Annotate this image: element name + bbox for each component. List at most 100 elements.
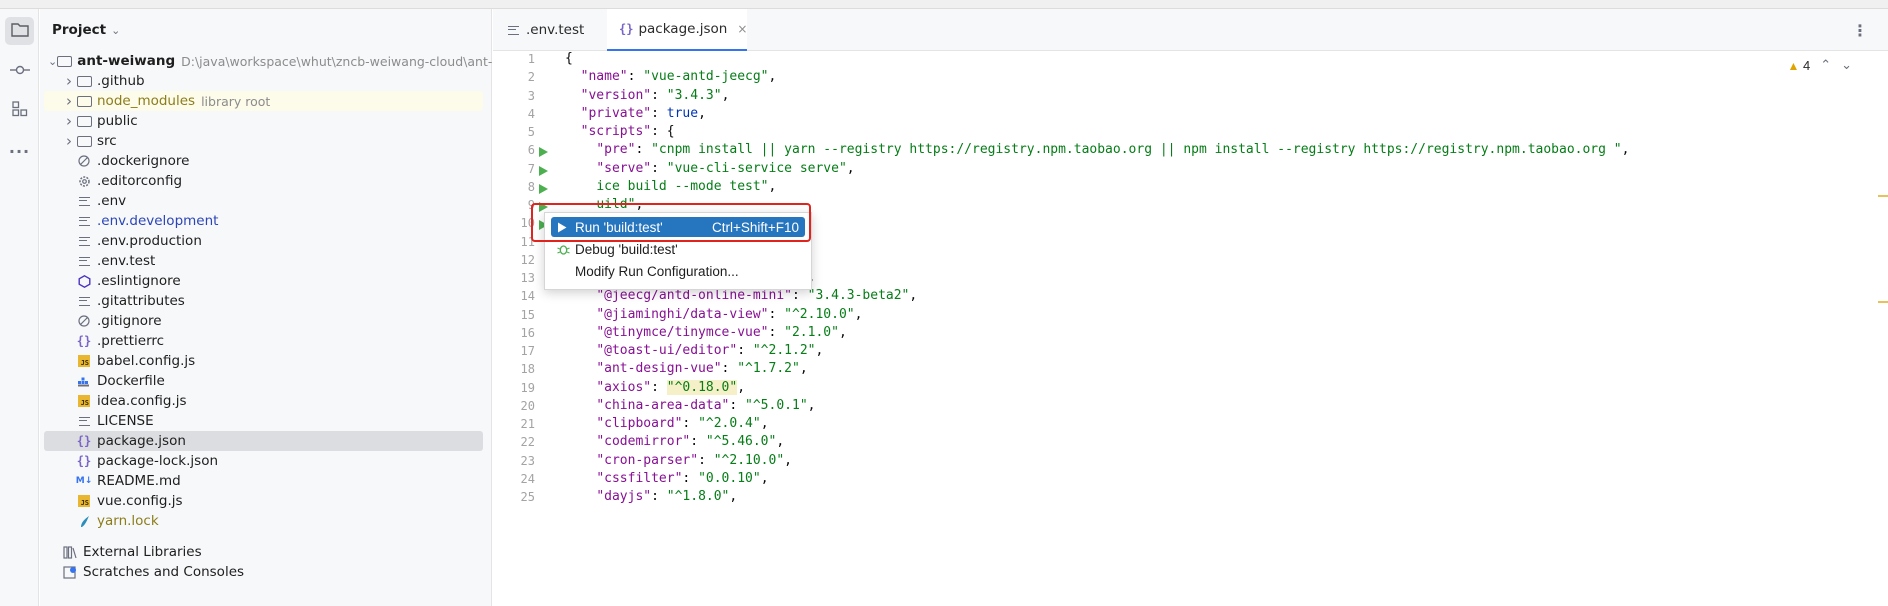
tree-item-label: package-lock.json — [97, 453, 219, 469]
line-number: 18 — [520, 362, 535, 377]
line-number: 9 — [527, 198, 535, 212]
editor-tab-bar: .env.test {} package.json × ⋮ — [493, 9, 1888, 51]
code-token: , — [846, 160, 855, 176]
folder-icon — [76, 114, 92, 128]
more-horizontal-icon: ··· — [8, 141, 31, 161]
tree-item-label: .gitattributes — [97, 293, 185, 309]
tree-item[interactable]: .dockerignore — [44, 151, 483, 171]
line-number: 5 — [527, 125, 535, 139]
tree-item[interactable]: .editorconfig — [44, 171, 483, 191]
folder-icon — [10, 22, 29, 41]
project-panel: Project ⌄ ⌄ ant-weiwang D:\java\workspac… — [40, 9, 492, 606]
structure-tool-button[interactable] — [5, 97, 34, 125]
tree-root-item[interactable]: ⌄ ant-weiwang D:\java\workspace\whut\znc… — [44, 51, 492, 71]
code-token: : — [682, 470, 699, 486]
tree-item[interactable]: JS vue.config.js — [44, 491, 483, 511]
warnings-count: 4 — [1802, 57, 1811, 73]
tree-item[interactable]: .env.production — [44, 231, 483, 251]
json-string: "^1.8.0" — [666, 489, 730, 504]
chevron-right-icon[interactable]: › — [62, 112, 76, 130]
tree-item[interactable]: .env.test — [44, 251, 483, 271]
tree-item[interactable]: {} .prettierrc — [44, 331, 483, 351]
code-editor[interactable]: ▲ 4 ⌃ ⌄ 1 {2 "name": "vue-antd-jeecg", 3 "… — [493, 51, 1888, 606]
tree-item[interactable]: M↓ README.md — [44, 471, 483, 491]
tree-item[interactable]: {} package.json — [44, 431, 483, 451]
warning-icon: ▲ — [1787, 58, 1800, 73]
folder-icon — [76, 94, 92, 108]
code-token: : — [768, 306, 785, 322]
tree-item[interactable]: › node_modules library root — [44, 91, 483, 111]
tree-item-external-libraries[interactable]: External Libraries — [44, 542, 483, 562]
json-file-icon: {} — [76, 334, 92, 348]
tab-env-test[interactable]: .env.test — [493, 9, 607, 51]
code-token: , — [784, 452, 792, 468]
run-gutter-icon[interactable] — [539, 147, 548, 158]
tree-item[interactable]: › src — [44, 131, 483, 151]
line-number: 19 — [520, 380, 535, 395]
json-string: "3.4.3-beta2" — [807, 288, 910, 304]
tree-item[interactable]: JS idea.config.js — [44, 391, 483, 411]
scroll-marker[interactable] — [1878, 301, 1888, 303]
tree-item-label: .eslintignore — [97, 273, 181, 289]
debug-menu-item[interactable]: Debug 'build:test' — [551, 239, 805, 259]
tree-item[interactable]: .gitignore — [44, 311, 483, 331]
tree-item[interactable]: › .github — [44, 71, 483, 91]
modify-run-config-item[interactable]: Modify Run Configuration... — [551, 261, 805, 281]
tree-item[interactable]: .env — [44, 191, 483, 211]
commit-tool-button[interactable] — [5, 57, 34, 85]
more-tools-button[interactable]: ··· — [5, 137, 34, 165]
code-line: "ant-design-vue": "^1.7.2", — [565, 361, 807, 376]
tree-item[interactable]: .gitattributes — [44, 291, 483, 311]
tree-item-label: package.json — [97, 433, 186, 449]
line-number: 3 — [527, 88, 535, 103]
close-icon[interactable]: × — [737, 22, 747, 36]
json-key: "@toast-ui/editor" — [596, 343, 738, 358]
chevron-right-icon[interactable]: › — [62, 132, 76, 150]
chevron-down-icon[interactable]: ⌄ — [1841, 57, 1852, 73]
line-number: 23 — [520, 453, 535, 468]
tree-item-label: Scratches and Consoles — [83, 564, 245, 580]
tree-item[interactable]: .eslintignore — [44, 271, 483, 291]
tree-item-label: yarn.lock — [97, 513, 159, 529]
js-file-icon: JS — [76, 394, 92, 408]
tree-item[interactable]: LICENSE — [44, 411, 483, 431]
json-key: "pre" — [596, 142, 636, 158]
code-token: : — [651, 87, 667, 103]
tree-item-label: .gitignore — [97, 313, 162, 329]
window-top-border — [0, 0, 1888, 9]
line-number: 22 — [520, 435, 535, 450]
inspection-widget[interactable]: ▲ 4 ⌃ ⌄ — [1787, 57, 1852, 73]
text-file-icon — [76, 254, 92, 268]
root-name: ant-weiwang — [77, 53, 176, 69]
json-string: "2.1.0" — [784, 324, 839, 340]
tree-item[interactable]: yarn.lock — [44, 511, 483, 531]
chevron-up-icon[interactable]: ⌃ — [1820, 57, 1831, 73]
tree-item[interactable]: › public — [44, 111, 483, 131]
chevron-right-icon[interactable]: › — [62, 72, 76, 90]
tree-item[interactable]: Dockerfile — [44, 371, 483, 391]
project-tool-button[interactable] — [5, 17, 34, 45]
json-key: "@jeecg/antd-online-mini" — [596, 288, 792, 304]
tree-item-label: README.md — [97, 473, 181, 489]
code-line: "dayjs": "^1.8.0", — [565, 489, 737, 504]
tab-package-json[interactable]: {} package.json × — [607, 9, 747, 51]
code-token: , — [807, 397, 816, 413]
structure-icon — [11, 101, 28, 121]
scroll-marker[interactable] — [1878, 195, 1888, 197]
chevron-right-icon[interactable]: › — [62, 92, 76, 110]
highlight-annotation-box — [531, 203, 811, 242]
more-vertical-icon[interactable]: ⋮ — [1852, 21, 1868, 40]
tree-item-scratches[interactable]: Scratches and Consoles — [44, 562, 483, 582]
library-icon — [62, 545, 78, 559]
tree-item[interactable]: JS babel.config.js — [44, 351, 483, 371]
code-token: , — [815, 343, 824, 358]
eslint-icon — [76, 274, 92, 288]
project-panel-header[interactable]: Project ⌄ — [40, 9, 491, 51]
tree-item-label: .prettierrc — [97, 333, 165, 349]
code-token: , — [729, 489, 738, 504]
tree-item[interactable]: .env.development — [44, 211, 483, 231]
tree-item[interactable]: {} package-lock.json — [44, 451, 483, 471]
text-file-icon — [76, 194, 92, 208]
run-gutter-icon[interactable] — [539, 183, 548, 194]
run-gutter-icon[interactable] — [539, 165, 548, 176]
